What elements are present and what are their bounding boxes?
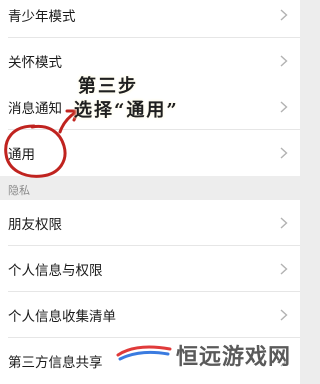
settings-row-label: 个人信息与权限 (8, 263, 103, 279)
section-header-privacy: 隐私 (0, 178, 300, 200)
chevron-right-icon (280, 55, 288, 67)
settings-row-notifications[interactable]: 消息通知 (0, 84, 300, 130)
settings-row-label: 消息通知 (8, 101, 62, 117)
settings-row-teen-mode[interactable]: 青少年模式 (0, 0, 300, 38)
settings-group-general: 消息通知 通用 (0, 84, 300, 176)
settings-row-personal-info-permissions[interactable]: 个人信息与权限 (0, 246, 300, 292)
chevron-right-icon (280, 217, 288, 229)
settings-row-care-mode[interactable]: 关怀模式 (0, 38, 300, 84)
settings-row-label: 第三方信息共享 (8, 355, 103, 371)
settings-row-label: 关怀模式 (8, 55, 62, 71)
chevron-right-icon (280, 9, 288, 21)
section-header-label: 隐私 (8, 184, 30, 197)
settings-row-friend-permissions[interactable]: 朋友权限 (0, 200, 300, 246)
chevron-right-icon (280, 263, 288, 275)
settings-row-label: 个人信息收集清单 (8, 309, 116, 325)
chevron-right-icon (280, 147, 288, 159)
chevron-right-icon (280, 309, 288, 321)
chevron-right-icon (280, 101, 288, 113)
settings-row-personal-info-list[interactable]: 个人信息收集清单 (0, 292, 300, 338)
watermark-text: 恒远游戏网 (176, 345, 292, 370)
settings-row-label: 朋友权限 (8, 217, 62, 233)
settings-row-label: 通用 (8, 147, 35, 163)
watermark-logo-icon (116, 345, 172, 361)
site-watermark: 恒远游戏网 (116, 337, 300, 370)
settings-row-label: 青少年模式 (8, 9, 76, 25)
settings-row-general[interactable]: 通用 (0, 130, 300, 176)
settings-group-top: 青少年模式 关怀模式 (0, 0, 300, 84)
